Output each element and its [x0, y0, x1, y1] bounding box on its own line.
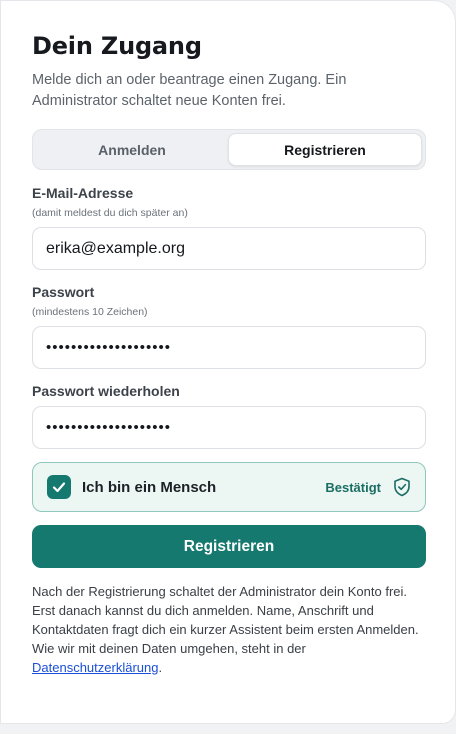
auth-tabs: Anmelden Registrieren — [32, 129, 426, 170]
page-subtitle: Melde dich an oder beantrage einen Zugan… — [32, 72, 347, 109]
human-checkbox-label: Ich bin ein Mensch — [82, 478, 217, 496]
page-title: Dein Zugang — [32, 32, 202, 60]
password-repeat-group: Passwort wiederholen •••••••••••••••••••… — [32, 383, 426, 449]
check-icon — [52, 482, 66, 493]
email-group: E-Mail-Adresse (damit meldest du dich sp… — [32, 185, 426, 270]
tab-registrieren[interactable]: Registrieren — [228, 133, 422, 166]
registration-info-suffix: . — [158, 660, 163, 675]
register-button[interactable]: Registrieren — [32, 525, 426, 568]
password-field[interactable]: •••••••••••••••••••• — [32, 326, 426, 369]
human-checkbox[interactable] — [47, 475, 71, 499]
tab-anmelden[interactable]: Anmelden — [36, 133, 228, 166]
password-hint: (mindestens 10 Zeichen) — [32, 306, 148, 318]
auth-card: Dein Zugang Melde dich an oder beantrage… — [0, 0, 456, 724]
password-label: Passwort — [32, 284, 95, 300]
verification-status: Bestätigt — [325, 479, 381, 495]
email-label: E-Mail-Adresse — [32, 185, 134, 201]
shield-check-icon — [394, 477, 410, 497]
password-group: Passwort (mindestens 10 Zeichen) •••••••… — [32, 284, 426, 369]
registration-info-text: Nach der Registrierung schaltet der Admi… — [32, 584, 419, 656]
password-repeat-label: Passwort wiederholen — [32, 383, 180, 399]
email-hint: (damit meldest du dich später an) — [32, 207, 188, 219]
password-repeat-field[interactable]: •••••••••••••••••••• — [32, 406, 426, 449]
registration-info: Nach der Registrierung schaltet der Admi… — [32, 582, 426, 677]
privacy-policy-link[interactable]: Datenschutzerklärung — [32, 660, 158, 675]
human-verification: Ich bin ein Mensch Bestätigt — [32, 462, 426, 512]
email-field[interactable]: erika@example.org — [32, 227, 426, 270]
